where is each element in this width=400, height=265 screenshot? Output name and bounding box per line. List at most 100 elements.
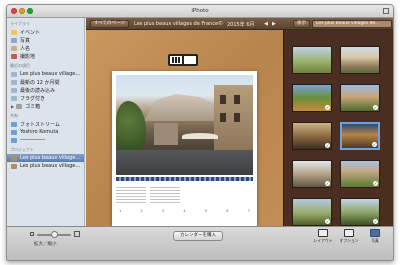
show-button[interactable]: 表示 bbox=[293, 20, 310, 28]
tool-label: 写真 bbox=[371, 238, 379, 243]
sidebar-item-people[interactable]: 人名 bbox=[7, 44, 84, 52]
sidebar-item-label: 最後の読み込み bbox=[20, 87, 56, 94]
shared-stream-icon bbox=[11, 137, 17, 143]
calendar-day: 5 bbox=[204, 209, 208, 213]
sidebar-item-trash[interactable]: ▶ ゴミ箱 bbox=[7, 102, 84, 110]
tool-label: レイアウト bbox=[313, 238, 333, 243]
project-title: Les plus beaux villages de France© bbox=[134, 21, 224, 27]
sidebar-item-flagged[interactable]: フラグ付き bbox=[7, 94, 84, 102]
placed-check-icon: ✓ bbox=[373, 181, 378, 186]
calendar-photo[interactable] bbox=[116, 75, 253, 175]
layout-toggle[interactable] bbox=[168, 54, 198, 66]
sidebar-item-shared-stream-2[interactable]: ――――― bbox=[7, 136, 84, 144]
photo-thumbnail[interactable]: ✓ bbox=[340, 84, 380, 112]
sidebar-item-shared-stream-1[interactable]: Yoshiro Komuta bbox=[7, 128, 84, 136]
zoom-slider-knob[interactable] bbox=[51, 231, 58, 238]
sidebar-item-label: 最新の 12 か月間 bbox=[20, 79, 60, 86]
source-list-sidebar: ライブラリ イベント 写真 人名 撮影地 最近の項目 Les plus beau… bbox=[7, 18, 85, 226]
photo-road bbox=[116, 150, 253, 175]
photo-cliff bbox=[144, 94, 224, 121]
people-icon bbox=[11, 45, 17, 51]
photo-thumbnail[interactable]: ✓ bbox=[340, 160, 380, 188]
project-toolbar: すべてのページ Les plus beaux villages de Franc… bbox=[86, 18, 393, 30]
calendar-page[interactable]: 1 2 3 4 5 6 7 bbox=[112, 71, 257, 226]
sidebar-item-label: Les plus beaux village… bbox=[20, 163, 81, 169]
next-month-mini-calendar bbox=[150, 185, 180, 203]
photo-thumbnail[interactable]: ✓ bbox=[292, 122, 332, 150]
sidebar-heading-recent: 最近の項目 bbox=[10, 63, 30, 68]
events-icon bbox=[11, 29, 17, 35]
photo-thumbnail[interactable] bbox=[292, 46, 332, 74]
calendar-header-band bbox=[116, 177, 253, 181]
single-photo-layout-icon[interactable] bbox=[184, 56, 196, 64]
calendar-icon bbox=[11, 79, 17, 85]
calendar-project-icon bbox=[11, 155, 17, 161]
previous-month-button[interactable]: ◀ bbox=[264, 21, 268, 27]
window-title: iPhoto bbox=[191, 8, 209, 14]
sidebar-item-last-import[interactable]: 最後の読み込み bbox=[7, 86, 84, 94]
calendar-canvas: 1 2 3 4 5 6 7 bbox=[86, 30, 283, 226]
sidebar-item-recent-album[interactable]: Les plus beaux village… bbox=[7, 70, 84, 78]
album-icon bbox=[11, 71, 17, 77]
bottom-toolbar: 拡大／縮小 カレンダーを購入 レイアウト オプション 写真 bbox=[7, 226, 393, 260]
trash-icon bbox=[16, 103, 23, 109]
calendar-day: 7 bbox=[247, 209, 250, 213]
buy-calendar-button[interactable]: カレンダーを購入 bbox=[173, 231, 223, 241]
options-tool-button[interactable]: オプション bbox=[337, 229, 361, 249]
sidebar-item-label: 撮影地 bbox=[20, 53, 36, 60]
fullscreen-icon[interactable] bbox=[383, 8, 389, 14]
placed-check-icon: ✓ bbox=[325, 181, 330, 186]
flag-icon bbox=[11, 95, 17, 101]
calendar-day: 3 bbox=[161, 209, 165, 213]
sidebar-item-photo-stream[interactable]: フォトストリーム bbox=[7, 120, 84, 128]
photo-thumbnail[interactable]: ✓ bbox=[292, 198, 332, 226]
sidebar-item-label: Yoshiro Komuta bbox=[20, 129, 59, 135]
photo-thumbnail[interactable]: ✓ bbox=[292, 84, 332, 112]
placed-check-icon: ✓ bbox=[373, 219, 378, 224]
placed-check-icon: ✓ bbox=[325, 105, 330, 110]
sidebar-item-label: Les plus beaux village… bbox=[20, 71, 81, 77]
photo-thumbnail[interactable]: ✓ bbox=[292, 160, 332, 188]
sidebar-item-label: フォトストリーム bbox=[20, 121, 60, 128]
sidebar-item-events[interactable]: イベント bbox=[7, 28, 84, 36]
iphoto-window: iPhoto ライブラリ イベント 写真 人名 撮影地 最近の項目 Les pl… bbox=[6, 4, 394, 261]
sidebar-item-places[interactable]: 撮影地 bbox=[7, 52, 84, 60]
photo-thumbnail[interactable]: ✓ bbox=[340, 122, 380, 150]
next-month-button[interactable]: ▶ bbox=[272, 21, 276, 27]
sidebar-item-label: ――――― bbox=[20, 137, 45, 143]
sidebar-item-project-2[interactable]: Les plus beaux village… bbox=[7, 162, 84, 170]
calendar-grid: 1 2 3 4 5 6 7 bbox=[116, 185, 253, 221]
album-select[interactable]: Les plus beaux villages de… bbox=[312, 20, 392, 28]
zoom-in-icon[interactable] bbox=[74, 231, 80, 237]
photo-umbrellas bbox=[182, 133, 218, 139]
all-pages-button[interactable]: すべてのページ bbox=[90, 20, 129, 28]
photos-tool-button[interactable]: 写真 bbox=[363, 229, 387, 249]
sidebar-heading-library: ライブラリ bbox=[10, 21, 30, 26]
photo-trees bbox=[116, 101, 146, 151]
photo-thumbnail[interactable] bbox=[340, 46, 380, 74]
sidebar-item-label: イベント bbox=[20, 29, 41, 36]
placed-check-icon: ✓ bbox=[373, 105, 378, 110]
sidebar-heading-shared: 共有 bbox=[10, 113, 18, 118]
book-project-icon bbox=[11, 163, 17, 169]
month-label: 2015年 6月 bbox=[227, 22, 255, 28]
shared-stream-icon bbox=[11, 129, 17, 135]
sidebar-item-last-12-months[interactable]: 最新の 12 か月間 bbox=[7, 78, 84, 86]
sidebar-item-photos[interactable]: 写真 bbox=[7, 36, 84, 44]
photo-house bbox=[214, 85, 253, 150]
sidebar-item-label: ゴミ箱 bbox=[25, 103, 41, 110]
photo-thumbnail[interactable]: ✓ bbox=[340, 198, 380, 226]
calendar-day: 4 bbox=[183, 209, 186, 213]
places-icon bbox=[11, 53, 17, 59]
tool-label: オプション bbox=[339, 238, 359, 243]
import-icon bbox=[11, 87, 17, 93]
zoom-out-icon[interactable] bbox=[30, 232, 34, 236]
disclosure-triangle-icon[interactable]: ▶ bbox=[11, 104, 14, 109]
grid-layout-icon[interactable] bbox=[170, 56, 182, 64]
layout-icon bbox=[318, 229, 328, 237]
layout-tool-button[interactable]: レイアウト bbox=[311, 229, 335, 249]
placed-check-icon: ✓ bbox=[325, 219, 330, 224]
placed-check-icon: ✓ bbox=[325, 143, 330, 148]
sidebar-item-project-calendar[interactable]: Les plus beaux village… bbox=[7, 154, 84, 162]
placed-check-icon: ✓ bbox=[372, 142, 377, 147]
